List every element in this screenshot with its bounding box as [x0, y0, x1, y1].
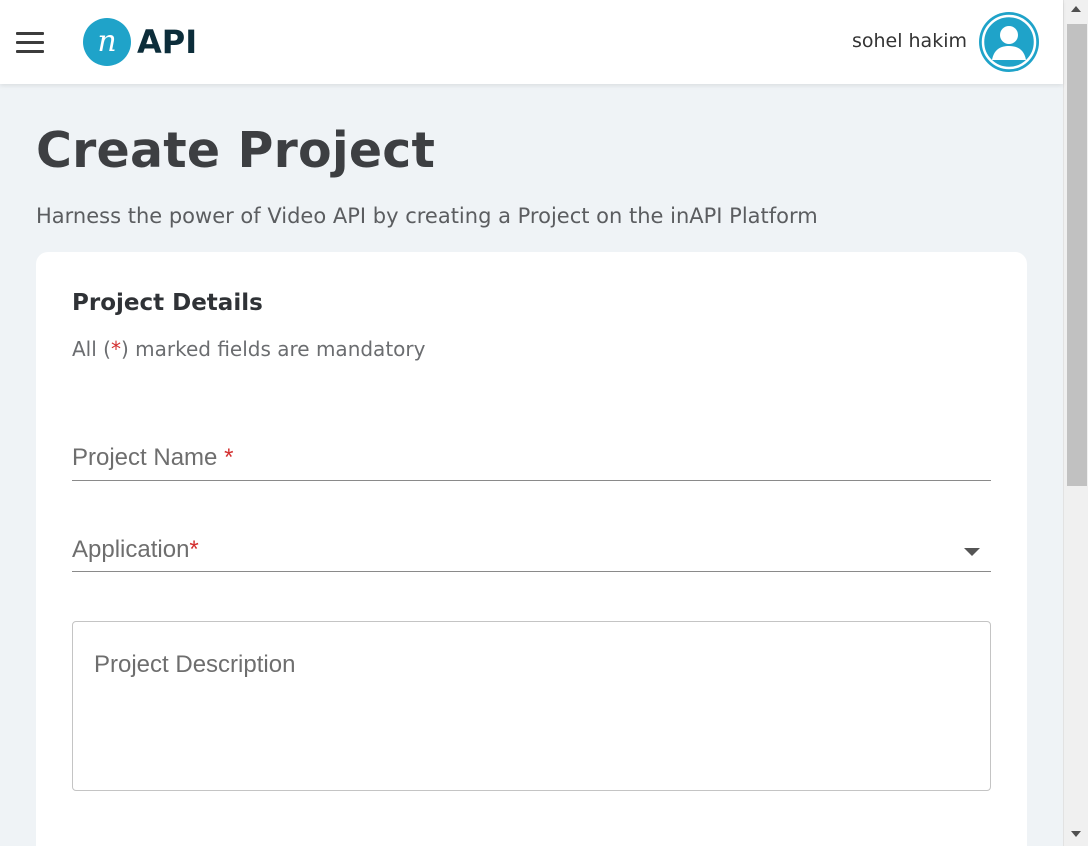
user-avatar-icon[interactable]	[979, 12, 1039, 72]
scroll-up-arrow-icon[interactable]	[1071, 6, 1081, 12]
project-details-card: Project Details All (*) marked fields ar…	[36, 252, 1027, 846]
hamburger-menu-icon[interactable]	[16, 32, 44, 54]
dropdown-arrow-icon[interactable]	[964, 548, 980, 556]
mandatory-fields-note: All (*) marked fields are mandatory	[72, 337, 426, 361]
project-name-field[interactable]: Project Name *	[72, 428, 991, 481]
top-navigation-bar: n API sohel hakim	[0, 0, 1063, 84]
project-name-label: Project Name *	[72, 444, 234, 471]
page-scrollbar[interactable]	[1063, 0, 1088, 846]
scrollbar-thumb[interactable]	[1067, 24, 1087, 486]
user-name[interactable]: sohel hakim	[852, 30, 967, 52]
card-title: Project Details	[72, 290, 263, 316]
project-description-placeholder: Project Description	[94, 651, 296, 678]
application-label: Application*	[72, 536, 199, 563]
project-description-textarea[interactable]: Project Description	[72, 621, 991, 791]
scroll-down-arrow-icon[interactable]	[1071, 831, 1081, 837]
inapi-logo[interactable]: n API	[83, 18, 197, 66]
application-select[interactable]: Application*	[72, 520, 991, 572]
logo-text: API	[137, 23, 198, 61]
required-asterisk: *	[110, 337, 121, 361]
page-title: Create Project	[36, 122, 436, 179]
page-subtitle: Harness the power of Video API by creati…	[36, 204, 818, 228]
logo-mark: n	[83, 18, 131, 66]
